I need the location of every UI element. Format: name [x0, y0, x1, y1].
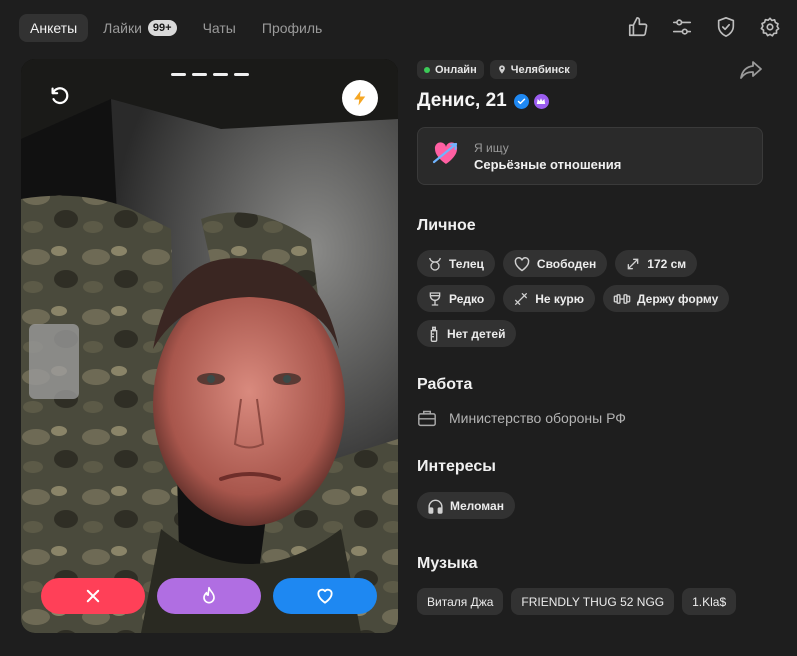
personal-tags: Телец Свободен 172 см Редко Не курю Держ… — [417, 250, 757, 347]
online-dot-icon — [424, 66, 430, 73]
close-icon — [86, 589, 100, 603]
briefcase-icon — [418, 410, 436, 427]
online-status-label: Онлайн — [435, 63, 477, 76]
wine-glass-icon — [429, 291, 441, 306]
tag-smoking: Не курю — [503, 285, 595, 312]
dislike-button[interactable] — [41, 578, 145, 614]
status-chips: Онлайн Челябинск — [417, 60, 767, 79]
boost-button[interactable] — [342, 80, 378, 116]
tag-children: Нет детей — [417, 320, 517, 347]
profile-photo-image — [21, 59, 398, 633]
heart-arrow-icon — [432, 140, 460, 173]
tag-label: Редко — [449, 291, 485, 306]
heart-icon — [317, 588, 333, 604]
tag-label: Меломан — [450, 498, 504, 513]
tab-label: Чаты — [202, 20, 236, 36]
photo-progress-segment[interactable] — [234, 73, 249, 76]
undo-icon — [51, 87, 69, 104]
location-pin-icon — [498, 65, 505, 74]
tag-alcohol: Редко — [417, 285, 496, 312]
tab-likes[interactable]: Лайки 99+ — [92, 14, 187, 42]
profile-photo[interactable] — [21, 59, 398, 633]
tag-height: 172 см — [615, 250, 698, 277]
height-arrows-icon — [627, 258, 639, 269]
likes-count-badge: 99+ — [147, 20, 177, 36]
looking-for-label: Я ищу — [474, 140, 509, 155]
undo-button[interactable] — [43, 79, 75, 111]
baby-bottle-icon — [430, 326, 438, 342]
like-button[interactable] — [273, 578, 377, 614]
music-section-title: Музыка — [417, 555, 478, 572]
photo-progress-segment[interactable] — [213, 73, 228, 76]
gear-icon[interactable] — [757, 14, 783, 40]
profile-info: Онлайн Челябинск Денис, 21 Я ищу Серьёзн… — [417, 60, 767, 615]
city-label: Челябинск — [510, 63, 570, 76]
work-section-title: Работа — [417, 376, 473, 393]
music-artist-tag[interactable]: Виталя Джа — [417, 588, 504, 615]
tag-label: Держу форму — [636, 291, 719, 306]
superlike-button[interactable] — [157, 578, 261, 614]
taurus-icon — [429, 257, 441, 271]
top-nav: Анкеты Лайки 99+ Чаты Профиль — [0, 0, 797, 56]
tag-label: Телец — [449, 256, 484, 271]
filters-icon[interactable] — [669, 14, 695, 40]
work-value: Министерство обороны РФ — [449, 410, 626, 426]
premium-crown-icon — [533, 93, 549, 109]
tab-profiles[interactable]: Анкеты — [19, 14, 89, 42]
profile-name: Денис, 21 — [417, 90, 507, 111]
no-smoking-icon — [515, 292, 528, 305]
interests-section-title: Интересы — [417, 458, 496, 475]
shield-check-icon[interactable] — [713, 14, 739, 40]
online-status-badge: Онлайн — [417, 60, 484, 79]
work-row: Министерство обороны РФ — [417, 409, 767, 427]
name-row: Денис, 21 — [417, 90, 767, 112]
swipe-actions — [41, 578, 377, 614]
photo-progress-segment[interactable] — [192, 73, 207, 76]
tag-label: Не курю — [535, 291, 584, 306]
tab-profile[interactable]: Профиль — [251, 14, 333, 42]
looking-for-value: Серьёзные отношения — [474, 156, 622, 172]
verified-icon — [513, 93, 529, 109]
heart-outline-icon — [514, 256, 530, 271]
tag-relationship: Свободен — [502, 250, 608, 277]
photo-progress-indicator — [171, 73, 249, 76]
share-button[interactable] — [739, 60, 763, 85]
music-artist-tag[interactable]: FRIENDLY THUG 52 NGG — [511, 588, 675, 615]
share-arrow-icon — [740, 61, 762, 79]
tag-label: Свободен — [536, 256, 597, 271]
dumbbell-icon — [613, 293, 631, 304]
tag-label: 172 см — [647, 256, 687, 271]
thumbs-up-icon[interactable] — [625, 14, 651, 40]
tab-label: Анкеты — [30, 20, 78, 36]
music-tags: Виталя Джа FRIENDLY THUG 52 NGG 1.Kla$ — [417, 588, 777, 615]
tag-zodiac: Телец — [417, 250, 495, 277]
tab-chats[interactable]: Чаты — [192, 14, 247, 42]
tag-label: Нет детей — [447, 326, 506, 341]
tab-label: Лайки — [103, 20, 142, 36]
personal-section-title: Личное — [417, 217, 476, 234]
city-badge: Челябинск — [489, 60, 577, 79]
lightning-icon — [354, 90, 366, 106]
tag-fitness: Держу форму — [602, 285, 730, 312]
photo-progress-segment[interactable] — [171, 73, 186, 76]
interests-tags: Меломан — [417, 492, 767, 519]
tab-label: Профиль — [261, 20, 323, 36]
top-icon-group — [625, 14, 783, 40]
looking-for-card: Я ищу Серьёзные отношения — [417, 127, 763, 185]
music-artist-tag[interactable]: 1.Kla$ — [682, 588, 737, 615]
tag-interest: Меломан — [417, 492, 515, 519]
flame-icon — [203, 586, 215, 604]
headphones-icon — [428, 499, 443, 514]
